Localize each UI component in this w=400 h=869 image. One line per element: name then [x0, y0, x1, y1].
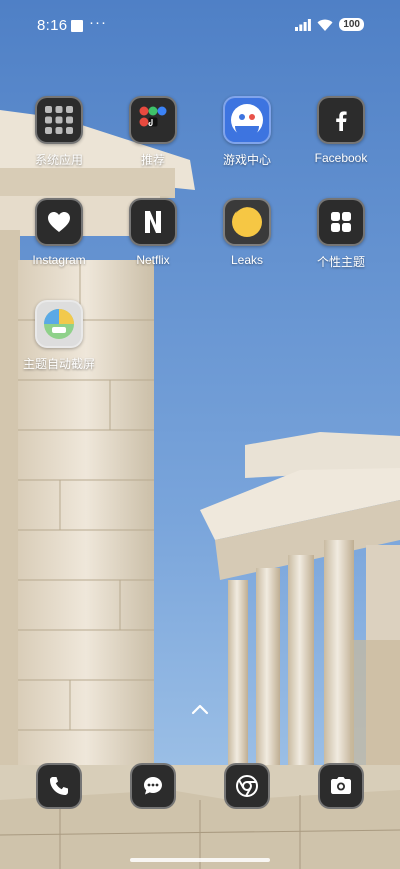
camera-icon: [331, 777, 351, 794]
app-label: Netflix: [136, 253, 170, 267]
themes-grid-icon: [317, 198, 365, 246]
wifi-icon: [317, 19, 333, 31]
status-time: 8:16: [37, 17, 68, 34]
app-leaks[interactable]: Leaks: [199, 198, 295, 267]
app-system-apps[interactable]: 系统应用: [11, 96, 107, 168]
screenshot-theme-icon: [35, 300, 83, 348]
status-icons: 100: [295, 18, 364, 31]
phone-icon: [50, 777, 68, 795]
app-facebook[interactable]: Facebook: [293, 96, 389, 165]
app-label: Leaks: [230, 253, 264, 267]
app-netflix[interactable]: Netflix: [105, 198, 201, 267]
game-center-icon: [223, 96, 271, 144]
app-recommended[interactable]: 推荐: [105, 96, 201, 168]
leaks-icon: [223, 198, 271, 246]
dock-phone[interactable]: [36, 763, 82, 809]
app-label: 推荐: [140, 153, 165, 167]
app-label: 系统应用: [34, 153, 83, 167]
chrome-icon: [236, 775, 258, 797]
status-bar: 8:16 ··· 100: [0, 0, 400, 56]
app-theme-auto-screenshot[interactable]: 主题自动截屏: [11, 300, 107, 372]
app-label: 主题自动截屏: [22, 357, 95, 371]
heart-icon: [35, 198, 83, 246]
app-instagram[interactable]: Instagram: [11, 198, 107, 267]
netflix-icon: [129, 198, 177, 246]
folder-grid-icon: [35, 96, 83, 144]
app-label: Instagram: [32, 253, 86, 267]
app-label: 个性主题: [316, 255, 365, 269]
app-themes[interactable]: 个性主题: [293, 198, 389, 270]
notification-square-icon: [71, 20, 83, 32]
dock-browser[interactable]: [224, 763, 270, 809]
app-label: Facebook: [314, 151, 368, 165]
app-label: 游戏中心: [222, 153, 271, 167]
folder-apps-icon: [129, 96, 177, 144]
dock-messages[interactable]: [130, 763, 176, 809]
app-game-center[interactable]: 游戏中心: [199, 96, 295, 168]
message-icon: [144, 777, 162, 795]
more-notifications-indicator: ···: [89, 14, 107, 31]
signal-icon: [295, 18, 312, 31]
battery-indicator: 100: [339, 18, 364, 31]
home-indicator[interactable]: [130, 858, 270, 862]
facebook-icon: [317, 96, 365, 144]
chevron-up-icon[interactable]: [190, 702, 210, 716]
dock-camera[interactable]: [318, 763, 364, 809]
